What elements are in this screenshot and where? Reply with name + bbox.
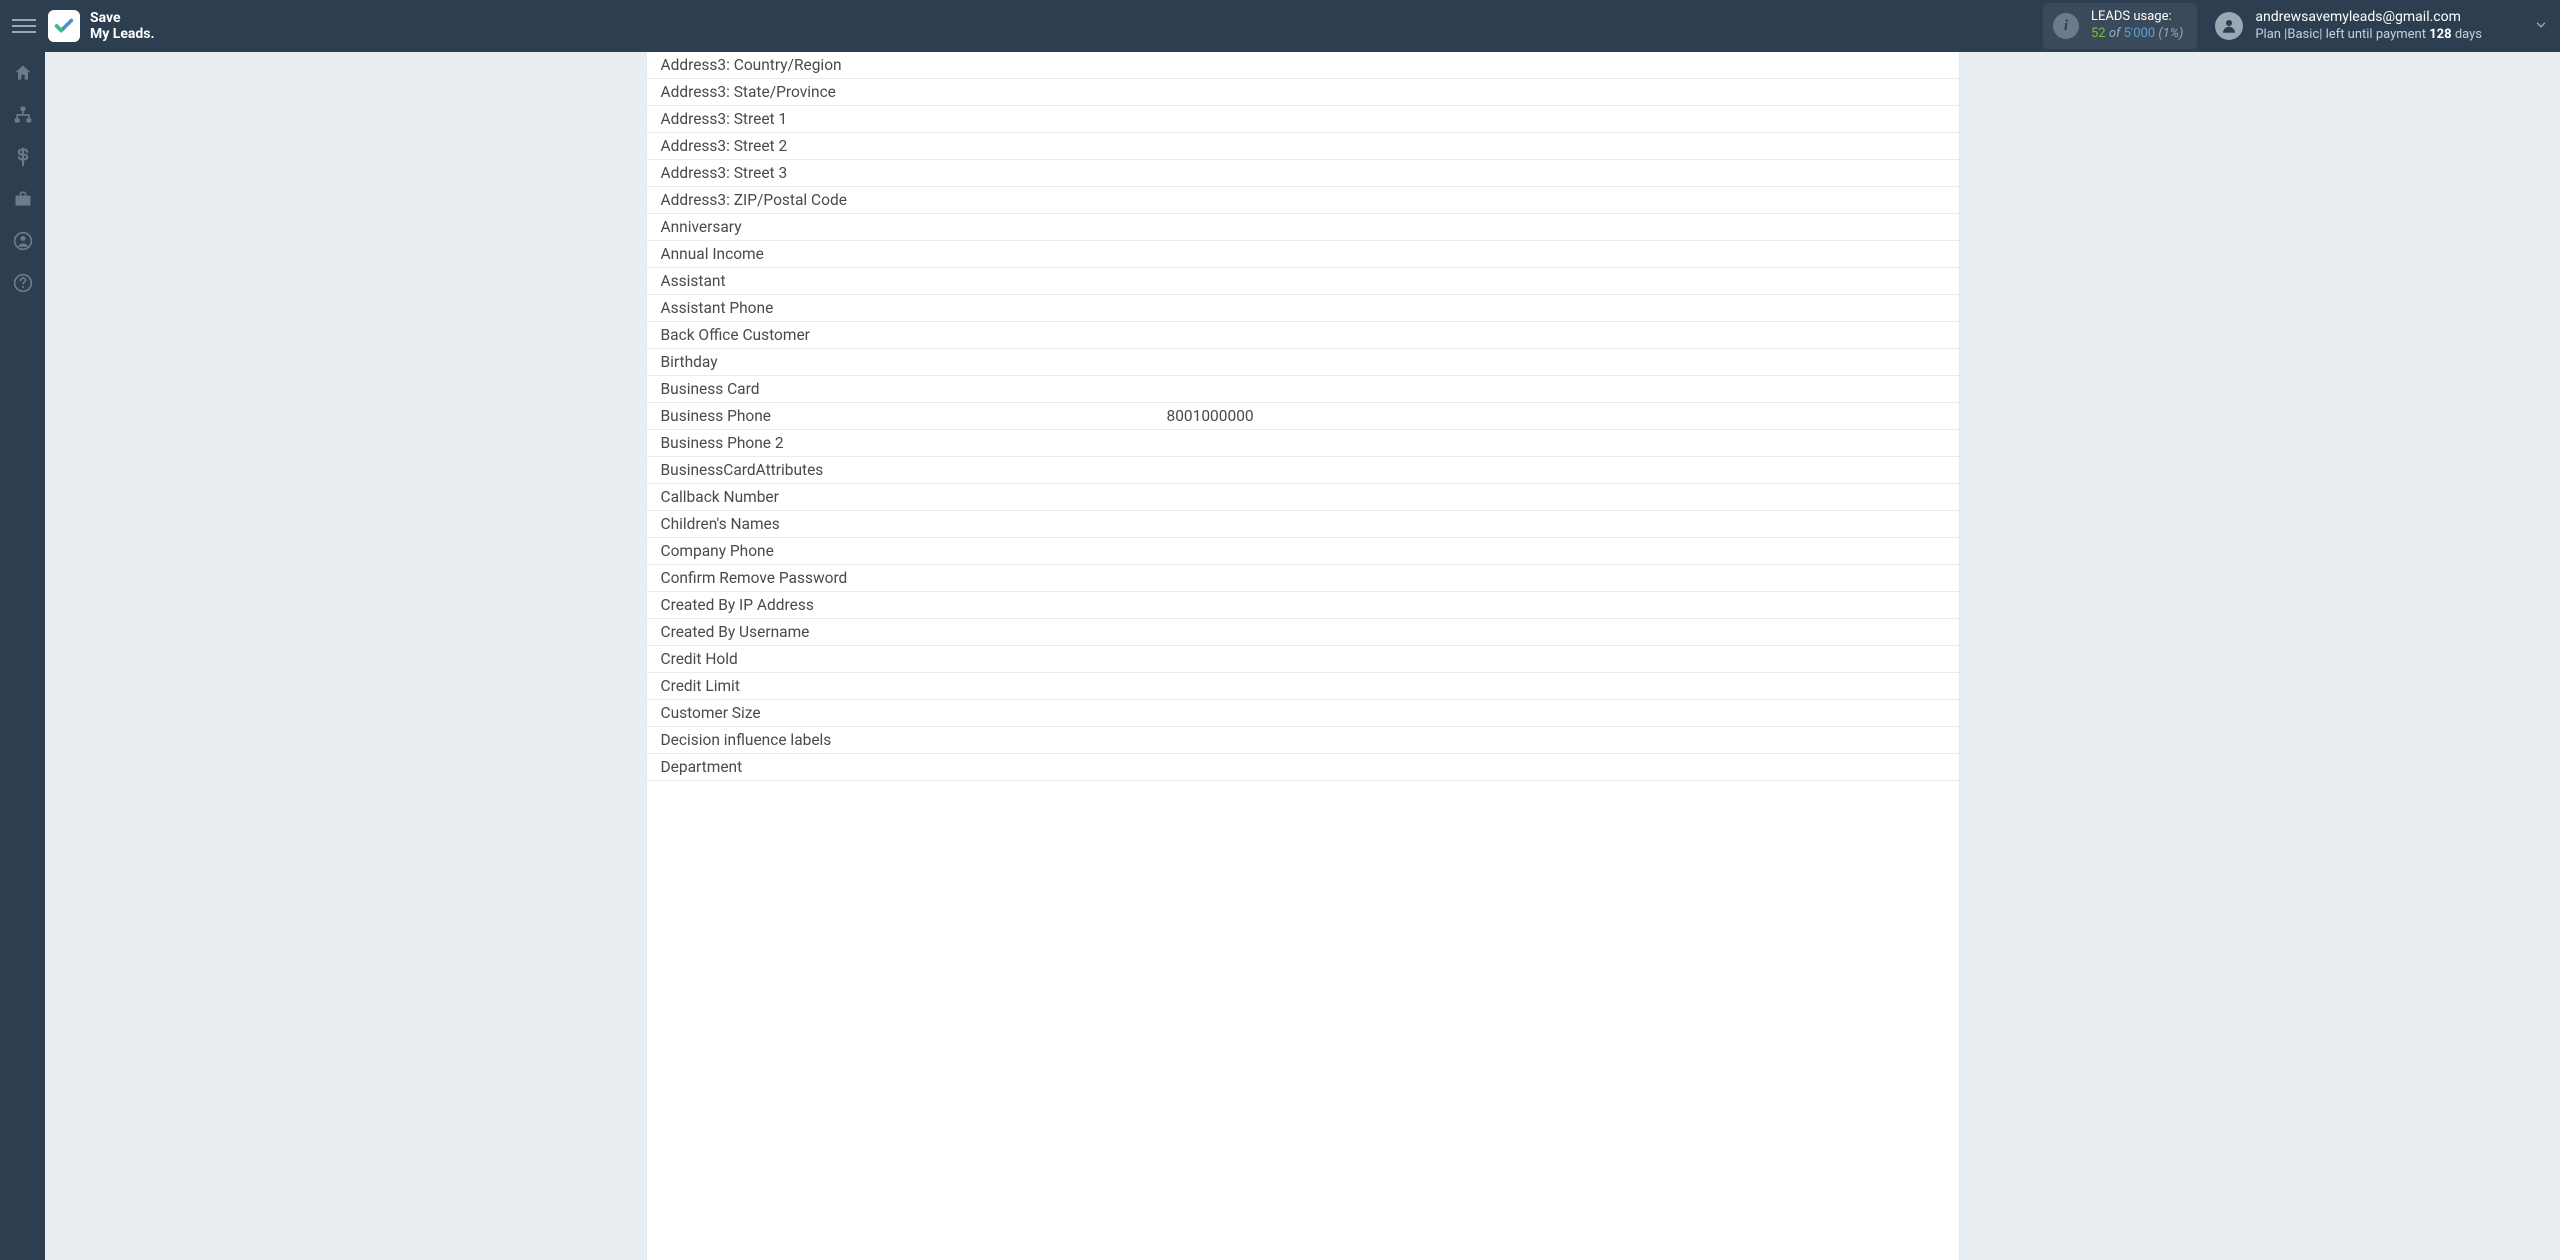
briefcase-icon (13, 189, 33, 209)
usage-of: of (2109, 26, 2121, 41)
field-label: Address3: Country/Region (661, 56, 1167, 74)
field-row[interactable]: Business Phone 2 (647, 430, 1959, 457)
field-row[interactable]: Assistant Phone (647, 295, 1959, 322)
field-label: Annual Income (661, 245, 1167, 263)
usage-label: LEADS usage: (2091, 9, 2183, 26)
account-menu[interactable]: andrewsavemyleads@gmail.com Plan |Basic|… (2215, 9, 2548, 43)
field-row[interactable]: Assistant (647, 268, 1959, 295)
field-row[interactable]: Credit Hold (647, 646, 1959, 673)
field-row[interactable]: Business Phone8001000000 (647, 403, 1959, 430)
field-row[interactable]: Credit Limit (647, 673, 1959, 700)
field-row[interactable]: Callback Number (647, 484, 1959, 511)
field-label: Credit Limit (661, 677, 1167, 695)
sidebar-item-profile[interactable] (0, 220, 45, 262)
plan-days-suffix: days (2452, 27, 2482, 42)
home-icon (13, 63, 33, 83)
leads-usage-box[interactable]: i LEADS usage: 52 of 5'000 (1%) (2043, 3, 2197, 49)
info-icon: i (2053, 13, 2079, 39)
dollar-icon (13, 147, 33, 167)
field-label: Credit Hold (661, 650, 1167, 668)
main-layout: Address3: Country/Region Address3: State/… (0, 52, 2560, 1260)
field-label: Anniversary (661, 218, 1167, 236)
fields-panel: Address3: Country/Region Address3: State/… (647, 52, 1959, 1260)
field-label: Address3: Street 3 (661, 164, 1167, 182)
field-value: 8001000000 (1167, 407, 1945, 425)
field-row[interactable]: Address3: Street 3 (647, 160, 1959, 187)
plan-prefix: Plan | (2255, 27, 2287, 42)
app-header: Save My Leads. i LEADS usage: 52 of 5'00… (0, 0, 2560, 52)
field-row[interactable]: Annual Income (647, 241, 1959, 268)
usage-text: LEADS usage: 52 of 5'000 (1%) (2091, 9, 2183, 43)
field-row[interactable]: Business Card (647, 376, 1959, 403)
field-row[interactable]: Address3: Street 2 (647, 133, 1959, 160)
field-row[interactable]: Back Office Customer (647, 322, 1959, 349)
field-label: Address3: ZIP/Postal Code (661, 191, 1167, 209)
account-plan: Plan |Basic| left until payment 128 days (2255, 27, 2482, 43)
avatar (2215, 12, 2243, 40)
brand-logo[interactable] (48, 10, 80, 42)
help-icon (13, 273, 33, 293)
field-row[interactable]: Company Phone (647, 538, 1959, 565)
field-row[interactable]: Customer Size (647, 700, 1959, 727)
user-icon (2220, 17, 2238, 35)
field-label: Back Office Customer (661, 326, 1167, 344)
field-row[interactable]: Confirm Remove Password (647, 565, 1959, 592)
brand-line2: My Leads. (90, 26, 155, 42)
field-label: Customer Size (661, 704, 1167, 722)
account-email: andrewsavemyleads@gmail.com (2255, 9, 2482, 27)
field-label: Created By Username (661, 623, 1167, 641)
usage-count: 52 (2091, 26, 2106, 41)
field-label: Callback Number (661, 488, 1167, 506)
sidebar-item-home[interactable] (0, 52, 45, 94)
account-text: andrewsavemyleads@gmail.com Plan |Basic|… (2255, 9, 2482, 43)
usage-pct: (1%) (2158, 26, 2183, 41)
field-label: Assistant (661, 272, 1167, 290)
user-circle-icon (13, 231, 33, 251)
field-row[interactable]: Address3: Country/Region (647, 52, 1959, 79)
sidebar-item-connections[interactable] (0, 94, 45, 136)
field-label: BusinessCardAttributes (661, 461, 1167, 479)
plan-days: 128 (2429, 27, 2451, 42)
field-label: Business Phone 2 (661, 434, 1167, 452)
field-row[interactable]: Birthday (647, 349, 1959, 376)
plan-name: Basic (2287, 27, 2319, 42)
plan-mid: | left until payment (2319, 27, 2429, 42)
field-row[interactable]: Address3: ZIP/Postal Code (647, 187, 1959, 214)
chevron-down-icon (2534, 17, 2548, 36)
field-label: Assistant Phone (661, 299, 1167, 317)
sidebar-item-briefcase[interactable] (0, 178, 45, 220)
main-content: Address3: Country/Region Address3: State/… (45, 52, 2560, 1260)
field-row[interactable]: Children's Names (647, 511, 1959, 538)
usage-values: 52 of 5'000 (1%) (2091, 26, 2183, 43)
sitemap-icon (13, 105, 33, 125)
field-label: Address3: Street 2 (661, 137, 1167, 155)
sidebar-item-billing[interactable] (0, 136, 45, 178)
field-row[interactable]: Address3: Street 1 (647, 106, 1959, 133)
field-row[interactable]: Created By Username (647, 619, 1959, 646)
menu-toggle-button[interactable] (12, 14, 36, 38)
field-row[interactable]: Anniversary (647, 214, 1959, 241)
field-row[interactable]: Address3: State/Province (647, 79, 1959, 106)
field-label: Children's Names (661, 515, 1167, 533)
sidebar-item-help[interactable] (0, 262, 45, 304)
field-label: Company Phone (661, 542, 1167, 560)
check-icon (53, 15, 75, 37)
field-row[interactable]: BusinessCardAttributes (647, 457, 1959, 484)
field-label: Address3: Street 1 (661, 110, 1167, 128)
field-label: Confirm Remove Password (661, 569, 1167, 587)
field-label: Decision influence labels (661, 731, 1167, 749)
brand-line1: Save (90, 10, 121, 26)
field-label: Birthday (661, 353, 1167, 371)
field-label: Business Card (661, 380, 1167, 398)
brand-name: Save My Leads. (90, 10, 155, 42)
field-row[interactable]: Department (647, 754, 1959, 781)
field-label: Business Phone (661, 407, 1167, 425)
field-row[interactable]: Decision influence labels (647, 727, 1959, 754)
usage-total: 5'000 (2124, 26, 2156, 41)
field-label: Created By IP Address (661, 596, 1167, 614)
sidebar (0, 52, 45, 1260)
field-label: Department (661, 758, 1167, 776)
field-row[interactable]: Created By IP Address (647, 592, 1959, 619)
field-label: Address3: State/Province (661, 83, 1167, 101)
